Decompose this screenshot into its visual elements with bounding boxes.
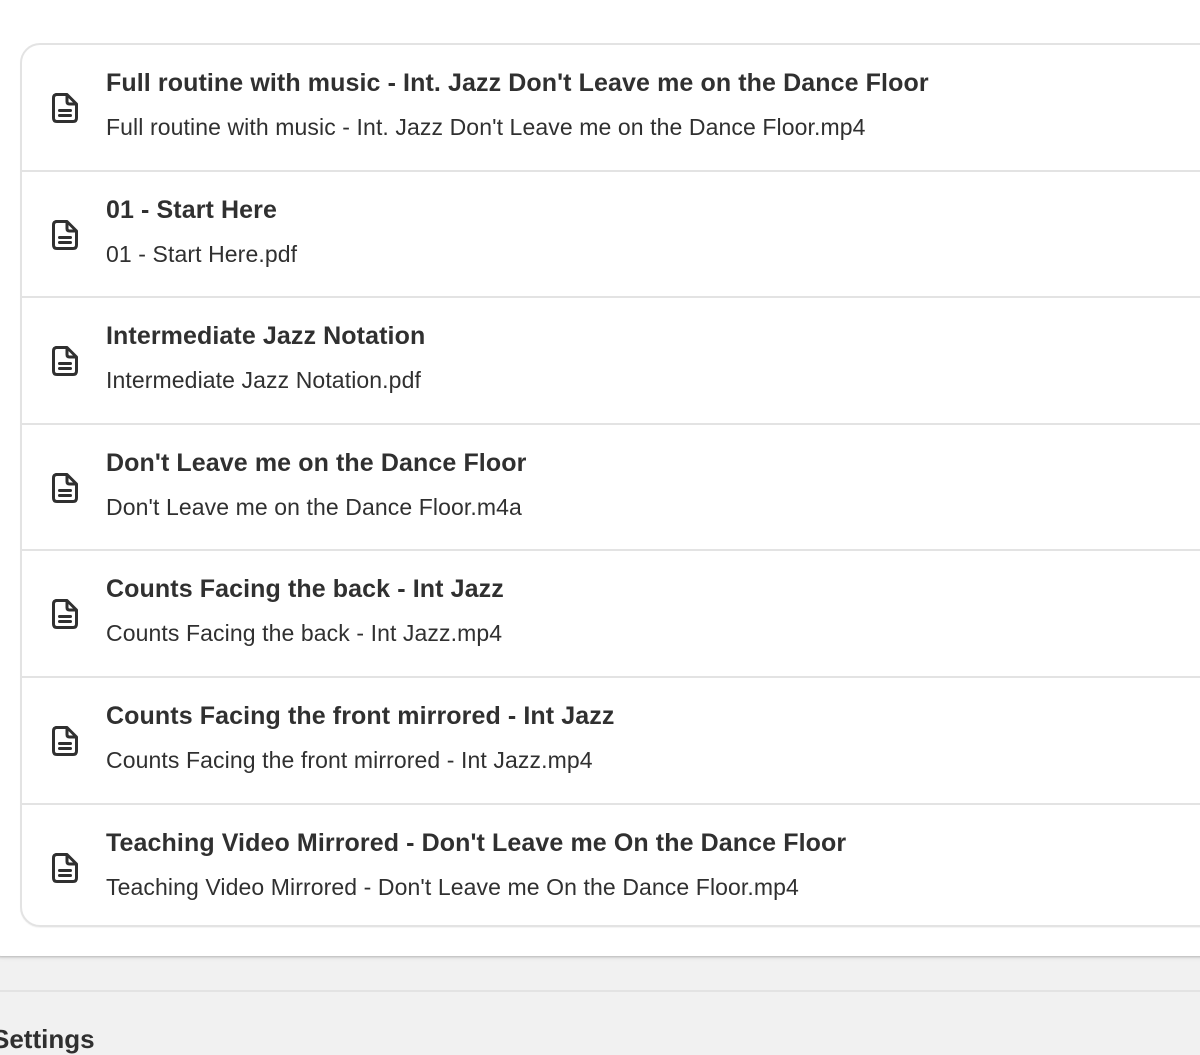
file-name: Intermediate Jazz Notation.pdf [106, 367, 421, 394]
file-title: Teaching Video Mirrored - Don't Leave me… [106, 828, 847, 857]
file-name: Don't Leave me on the Dance Floor.m4a [106, 493, 522, 520]
file-row[interactable]: Counts Facing the front mirrored - Int J… [22, 678, 1200, 805]
file-icon [51, 92, 79, 124]
file-title: Full routine with music - Int. Jazz Don'… [106, 69, 929, 97]
file-row[interactable]: Teaching Video Mirrored - Don't Leave me… [22, 805, 1200, 925]
file-name: Teaching Video Mirrored - Don't Leave me… [106, 873, 799, 900]
file-title: 01 - Start Here [106, 195, 278, 224]
file-name: Counts Facing the back - Int Jazz.mp4 [106, 620, 503, 647]
file-icon [51, 345, 79, 377]
file-title: Don't Leave me on the Dance Floor [106, 448, 527, 477]
file-title: Counts Facing the back - Int Jazz [106, 575, 504, 604]
file-row[interactable]: Full routine with music - Int. Jazz Don'… [22, 45, 1200, 172]
file-icon [51, 472, 79, 504]
file-row[interactable]: Counts Facing the back - Int Jazz Counts… [22, 551, 1200, 678]
file-title: Intermediate Jazz Notation [106, 322, 426, 351]
file-name: Counts Facing the front mirrored - Int J… [106, 746, 593, 773]
file-title: Counts Facing the front mirrored - Int J… [106, 701, 615, 730]
section-divider [0, 990, 1200, 992]
file-row[interactable]: 01 - Start Here 01 - Start Here.pdf [22, 172, 1200, 299]
file-row[interactable]: Don't Leave me on the Dance Floor Don't … [22, 425, 1200, 552]
settings-heading: Settings [0, 1024, 95, 1054]
file-name: Full routine with music - Int. Jazz Don'… [106, 114, 866, 140]
file-icon [51, 725, 79, 757]
file-row[interactable]: Intermediate Jazz Notation Intermediate … [22, 298, 1200, 425]
file-icon [51, 219, 79, 251]
file-icon [51, 852, 79, 884]
file-icon [51, 598, 79, 630]
file-list: Full routine with music - Int. Jazz Don'… [20, 43, 1200, 927]
file-name: 01 - Start Here.pdf [106, 240, 298, 267]
